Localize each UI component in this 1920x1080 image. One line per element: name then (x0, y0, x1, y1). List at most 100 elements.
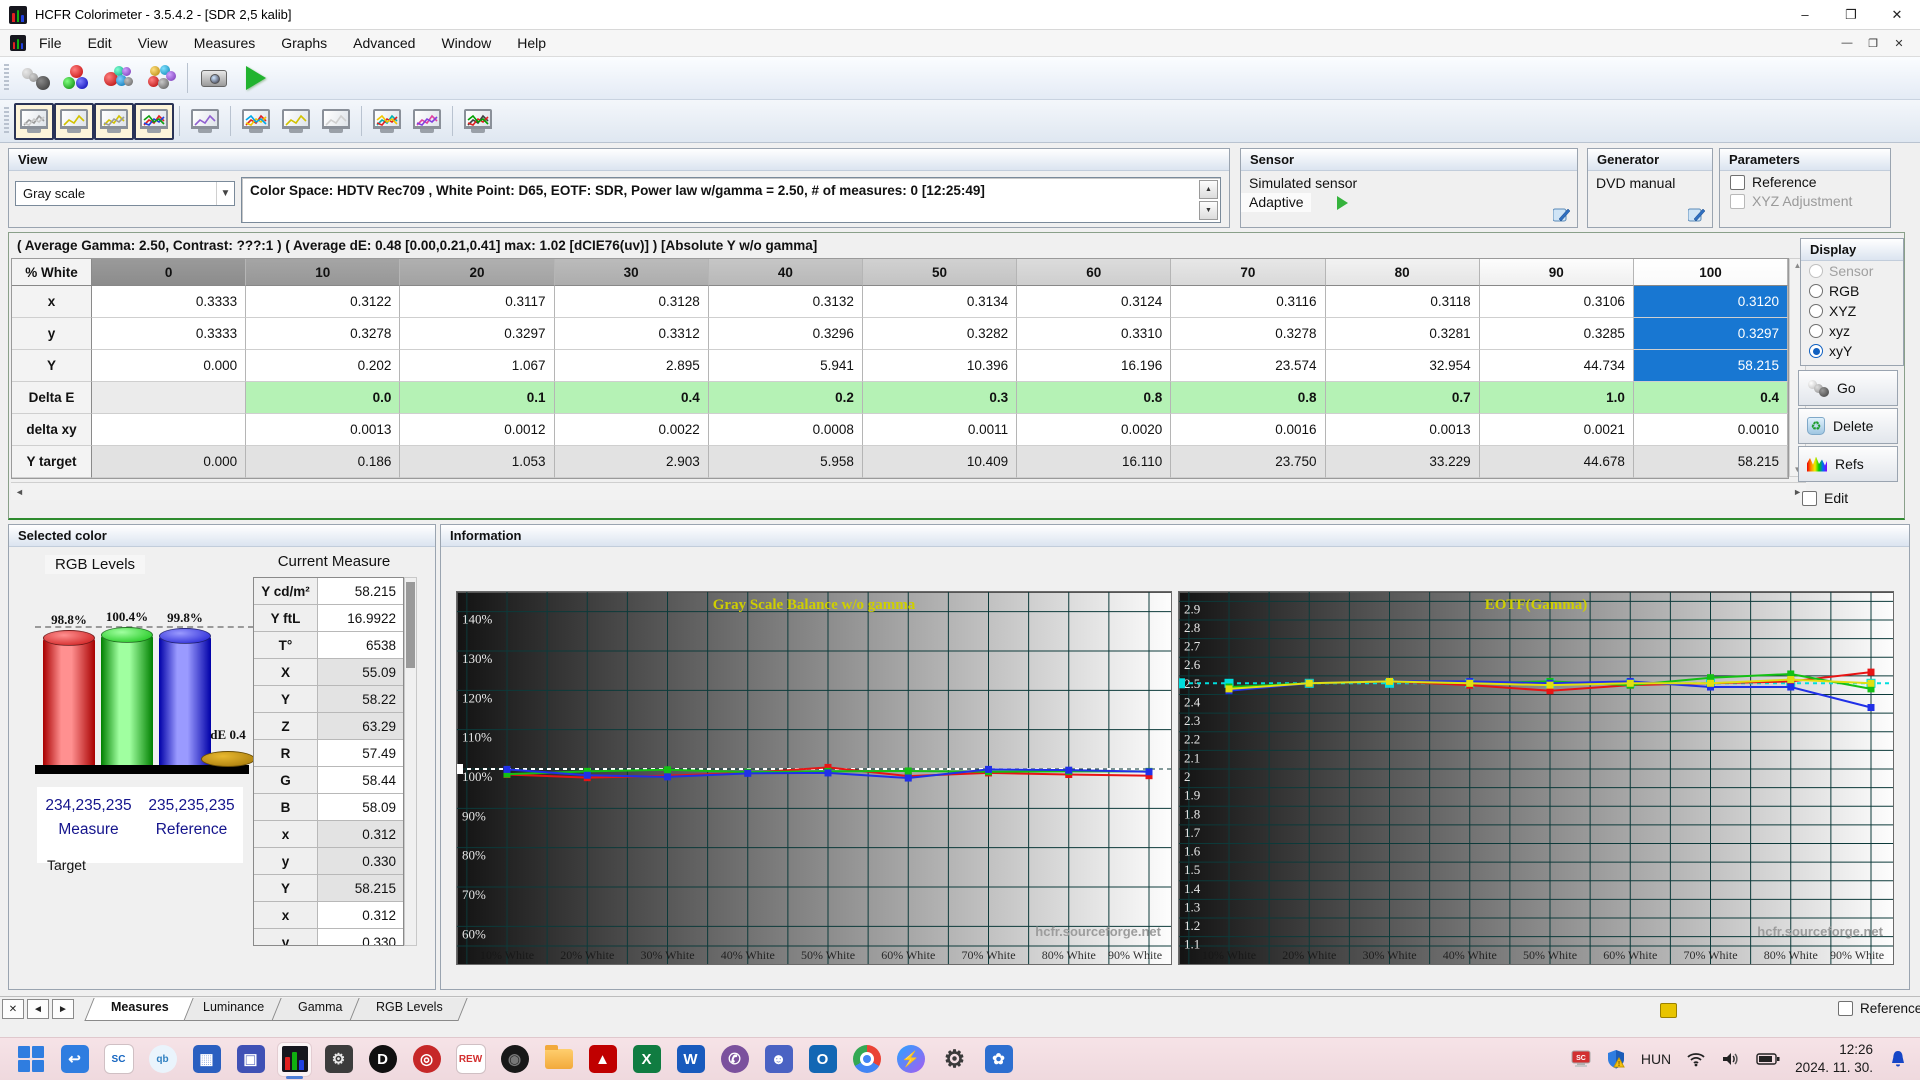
snapshot-button[interactable] (193, 60, 235, 97)
configure-generator-icon[interactable] (1688, 207, 1705, 222)
display-radio-rgb[interactable]: RGB (1801, 281, 1903, 301)
table-cell[interactable]: 0.3296 (708, 318, 863, 350)
refs-button[interactable]: Refs (1798, 446, 1898, 482)
table-cell[interactable]: 1.0 (1479, 382, 1634, 414)
messenger-app[interactable]: ⚡ (894, 1043, 927, 1076)
table-cell[interactable]: 10.409 (862, 446, 1018, 478)
maximize-button[interactable]: ❐ (1828, 0, 1874, 30)
menu-file[interactable]: File (26, 31, 75, 55)
measure-secondaries-button[interactable] (98, 60, 140, 97)
display-radio-xyz[interactable]: XYZ (1801, 301, 1903, 321)
table-cell[interactable]: 0.3312 (554, 318, 709, 350)
column-header-10[interactable]: 10 (246, 259, 401, 286)
display-radio-xyy[interactable]: xyY (1801, 341, 1903, 361)
view-multi3-button[interactable] (458, 103, 498, 140)
table-cell[interactable]: 0.0008 (708, 414, 863, 446)
measure-all-button[interactable] (140, 60, 182, 97)
table-cell[interactable]: 0.3278 (1171, 318, 1326, 350)
table-cell[interactable]: 0.0013 (1325, 414, 1480, 446)
table-cell[interactable]: 0.3281 (1325, 318, 1480, 350)
table-cell[interactable]: 0.186 (246, 446, 401, 478)
table-cell[interactable] (92, 414, 247, 446)
table-cell[interactable]: 0.4 (1633, 382, 1789, 414)
table-cell[interactable]: 16.196 (1017, 350, 1172, 382)
security-shield-icon[interactable]: ! (1606, 1049, 1626, 1069)
menu-window[interactable]: Window (428, 31, 504, 55)
table-cell[interactable]: 5.958 (708, 446, 863, 478)
table-cell[interactable]: 0.3333 (92, 318, 247, 350)
table-cell[interactable]: 1.067 (400, 350, 555, 382)
table-cell[interactable]: 0.3297 (1633, 318, 1789, 350)
table-cell[interactable]: 0.3282 (862, 318, 1018, 350)
column-header-40[interactable]: 40 (708, 259, 863, 286)
mdi-close-button[interactable]: ✕ (1888, 33, 1910, 53)
display-radio-xyz[interactable]: xyz (1801, 321, 1903, 341)
view-cie-chart-button[interactable] (236, 103, 276, 140)
tab-scroll-right-button[interactable]: ► (52, 999, 74, 1019)
tab-rgb-levels[interactable]: RGB Levels (349, 998, 468, 1021)
table-cell[interactable]: 0.3 (862, 382, 1018, 414)
view-free-button[interactable] (316, 103, 356, 140)
info-scroll-down-button[interactable]: ▼ (1199, 201, 1218, 220)
table-cell[interactable]: 44.678 (1479, 446, 1634, 478)
sc-app[interactable]: SC (102, 1043, 135, 1076)
table-cell[interactable]: 0.3117 (400, 286, 555, 318)
menu-advanced[interactable]: Advanced (340, 31, 428, 55)
menu-view[interactable]: View (125, 31, 181, 55)
table-cell[interactable]: 0.000 (92, 446, 247, 478)
table-cell[interactable]: 0.8 (1017, 382, 1172, 414)
radio-icon[interactable] (1809, 304, 1823, 318)
table-cell[interactable]: 0.0016 (1171, 414, 1326, 446)
column-header-60[interactable]: 60 (1017, 259, 1172, 286)
delete-button[interactable]: ♻ Delete (1798, 408, 1898, 444)
menu-measures[interactable]: Measures (181, 31, 268, 55)
save-app[interactable]: ▣ (234, 1043, 267, 1076)
reference-checkbox-row[interactable]: Reference (1720, 171, 1890, 190)
tab-scroll-left-button[interactable]: ◄ (27, 999, 49, 1019)
table-horizontal-scrollbar[interactable]: ◄ ► (11, 482, 1806, 500)
column-header-100[interactable]: 100 (1633, 259, 1789, 286)
table-cell[interactable]: 0.0020 (1017, 414, 1172, 446)
menu-edit[interactable]: Edit (75, 31, 125, 55)
table-cell[interactable]: 0.2 (708, 382, 863, 414)
go-button[interactable]: Go (1798, 370, 1898, 406)
viber-app[interactable]: ✆ (718, 1043, 751, 1076)
battery-icon[interactable] (1756, 1052, 1780, 1066)
view-gamma-button[interactable] (94, 102, 134, 140)
wifi-icon[interactable] (1686, 1051, 1706, 1067)
reference-checkbox[interactable] (1730, 175, 1745, 190)
mdi-minimize-button[interactable]: — (1836, 33, 1858, 53)
close-button[interactable]: ✕ (1874, 0, 1920, 30)
gear-app[interactable]: ⚙ (322, 1043, 355, 1076)
view-luminance-button[interactable] (54, 102, 94, 140)
view-measures-grid-button[interactable] (14, 102, 54, 140)
chrome-app[interactable] (850, 1043, 883, 1076)
view-rgb-levels-button[interactable] (134, 102, 174, 140)
table-cell[interactable]: 0.8 (1171, 382, 1326, 414)
edit-checkbox[interactable] (1802, 490, 1817, 506)
table-cell[interactable]: 0.0012 (400, 414, 555, 446)
table-cell[interactable]: 23.750 (1171, 446, 1326, 478)
file-explorer-app[interactable] (542, 1043, 575, 1076)
table-cell[interactable]: 0.1 (400, 382, 555, 414)
column-header-90[interactable]: 90 (1479, 259, 1634, 286)
acrobat-app[interactable]: ▲ (586, 1043, 619, 1076)
table-cell[interactable]: 0.3128 (554, 286, 709, 318)
minimize-button[interactable]: – (1782, 0, 1828, 30)
table-cell[interactable]: 0.3285 (1479, 318, 1634, 350)
table-cell[interactable]: 58.215 (1633, 350, 1789, 382)
outlook-app[interactable]: O (806, 1043, 839, 1076)
table-cell[interactable] (92, 382, 247, 414)
table-cell[interactable]: 32.954 (1325, 350, 1480, 382)
notification-bell-icon[interactable] (1888, 1049, 1908, 1069)
table-cell[interactable]: 0.7 (1325, 382, 1480, 414)
d-app[interactable]: D (366, 1043, 399, 1076)
photos-app[interactable]: ✿ (982, 1043, 1015, 1076)
keyboard-language-indicator[interactable]: HUN (1641, 1051, 1671, 1067)
table-cell[interactable]: 0.3278 (246, 318, 401, 350)
view-luminance2-button[interactable] (276, 103, 316, 140)
table-cell[interactable]: 10.396 (862, 350, 1018, 382)
view-nearblack-button[interactable] (185, 103, 225, 140)
column-header-0[interactable]: 0 (92, 259, 247, 286)
sc-tray-icon[interactable]: SC (1571, 1050, 1591, 1068)
